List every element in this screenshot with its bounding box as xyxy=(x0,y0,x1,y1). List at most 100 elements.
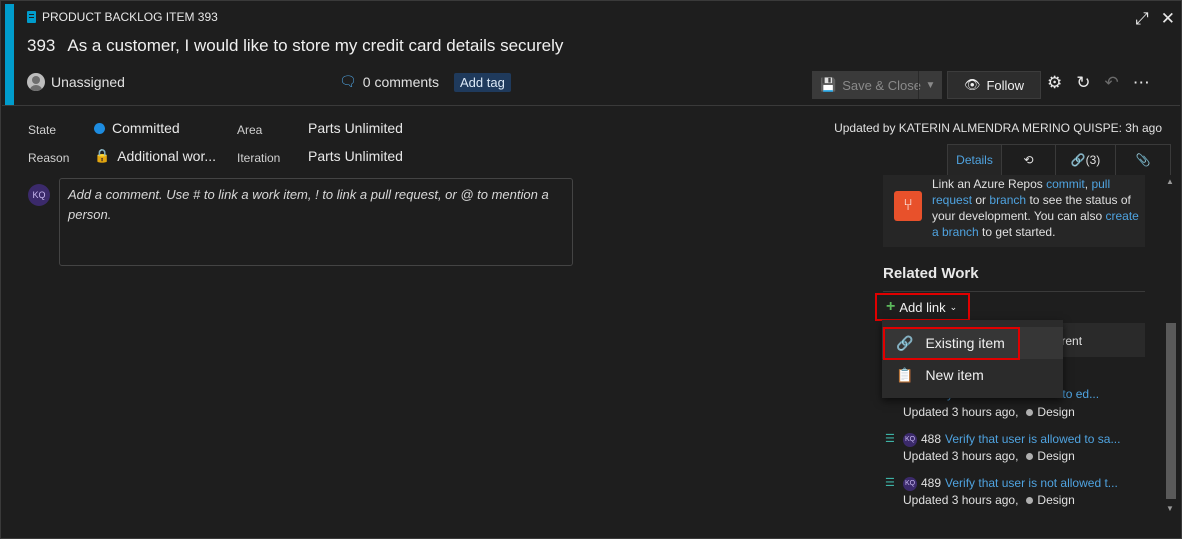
related-item-1-meta: Updated 3 hours ago, Design xyxy=(885,404,1125,421)
avatar: KQ xyxy=(28,184,50,206)
area-value: Parts Unlimited xyxy=(308,120,403,136)
iteration-label: Iteration xyxy=(237,151,281,165)
related-item-updated: Updated 3 hours ago, xyxy=(903,493,1019,507)
development-section: ⑂ Link an Azure Repos commit, pull reque… xyxy=(883,175,1145,247)
dev-text-3: to get started. xyxy=(982,225,1056,239)
related-work-heading: Related Work xyxy=(883,265,979,282)
area-label: Area xyxy=(237,123,263,137)
reason-field[interactable]: 🔒 Additional wor... xyxy=(94,148,216,164)
state-dot xyxy=(1026,497,1034,504)
tab-links[interactable]: 🔗 (3) xyxy=(1056,145,1116,175)
comment-input[interactable]: Add a comment. Use # to link a work item… xyxy=(59,178,573,266)
backlog-item-icon xyxy=(27,11,36,23)
link-icon: 🔗 xyxy=(1070,153,1086,167)
tab-history[interactable]: ⟲ xyxy=(1002,145,1056,175)
assigned-to-value: Unassigned xyxy=(51,74,125,90)
existing-item-highlight xyxy=(883,327,1020,360)
save-icon: 💾 xyxy=(820,77,837,92)
add-link-button[interactable]: + Add link ⌄ xyxy=(875,293,970,321)
scrollbar-thumb[interactable] xyxy=(1166,323,1176,499)
state-label: State xyxy=(28,123,57,137)
work-item-title-text[interactable]: As a customer, I would like to store my … xyxy=(67,36,563,55)
updated-by-text: Updated by KATERIN ALMENDRA MERINO QUISP… xyxy=(834,121,1162,135)
iteration-value: Parts Unlimited xyxy=(308,148,403,164)
comments-count: 0 comments xyxy=(362,73,440,90)
menu-item-new-item[interactable]: 📋 New item xyxy=(882,359,1063,391)
dev-text-or: or xyxy=(975,193,987,207)
work-item-type-color-bar xyxy=(5,4,14,105)
clipboard-icon: 📋 xyxy=(896,366,914,383)
meta-row: Unassigned 🗨 0 comments Add tag 💾 Save &… xyxy=(27,71,1173,99)
reason-label: Reason xyxy=(28,151,70,165)
branch-link[interactable]: branch xyxy=(989,193,1026,207)
test-case-icon: ☰ xyxy=(885,433,895,445)
scroll-down-icon[interactable]: ▼ xyxy=(1166,504,1174,513)
related-item-title-link[interactable]: Verify that user is allowed to sa... xyxy=(945,431,1120,448)
state-field[interactable]: Committed xyxy=(94,120,180,136)
avatar: KQ xyxy=(903,476,917,491)
header-divider xyxy=(2,105,1180,106)
related-item-updated: Updated 3 hours ago, xyxy=(903,449,1019,463)
save-close-button[interactable]: 💾 Save & Close ▼ xyxy=(812,71,942,99)
menu-item-new-label: New item xyxy=(925,367,984,383)
work-item-id: 393 xyxy=(27,36,56,55)
gear-icon[interactable]: ⚙ xyxy=(1047,73,1062,93)
follow-button[interactable]: 👁 Follow xyxy=(947,71,1041,99)
comment-icon: 🗨 xyxy=(339,73,357,89)
test-case-icon: ☰ xyxy=(885,477,895,489)
scroll-up-icon[interactable]: ▲ xyxy=(1166,177,1174,186)
iteration-field[interactable]: Parts Unlimited xyxy=(308,148,403,164)
list-item: ☰ KQ 489 Verify that user is not allowed… xyxy=(885,475,1125,509)
right-panel-scrollbar[interactable]: ▲ ▼ xyxy=(1164,175,1178,515)
avatar: KQ xyxy=(903,432,917,447)
toolbar-icons: ⚙ ↻ ↶ ⋯ xyxy=(1047,73,1150,93)
add-tag-button[interactable]: Add tag xyxy=(454,73,511,92)
committed-state-dot xyxy=(94,122,105,134)
refresh-icon[interactable]: ↻ xyxy=(1076,73,1090,93)
development-text: Link an Azure Repos commit, pull request… xyxy=(932,177,1139,239)
detail-tabs: Details ⟲ 🔗 (3) 📎 xyxy=(947,144,1171,175)
links-count: (3) xyxy=(1085,153,1101,167)
related-item-id: 489 xyxy=(921,476,942,490)
work-item-title[interactable]: 393 As a customer, I would like to store … xyxy=(27,36,563,56)
reason-value: Additional wor... xyxy=(117,148,217,164)
related-item-state: Design xyxy=(1037,405,1075,419)
work-item-type-row: PRODUCT BACKLOG ITEM 393 xyxy=(27,10,218,24)
related-item-id: 488 xyxy=(921,432,942,446)
state-dot xyxy=(1026,409,1034,416)
list-item: ☰ KQ 488 Verify that user is allowed to … xyxy=(885,431,1125,465)
lock-icon: 🔒 xyxy=(94,148,111,163)
paperclip-icon: 📎 xyxy=(1135,153,1151,167)
save-dropdown-chevron-icon[interactable]: ▼ xyxy=(918,71,942,99)
save-close-label: Save & Close xyxy=(842,77,921,93)
unassigned-avatar-icon xyxy=(27,73,45,91)
close-icon[interactable]: ✕ xyxy=(1161,9,1175,29)
tab-details[interactable]: Details xyxy=(948,145,1002,175)
assigned-to-field[interactable]: Unassigned xyxy=(27,73,125,91)
history-icon: ⟲ xyxy=(1023,153,1034,167)
expand-icon[interactable]: ⤢ xyxy=(1135,9,1149,29)
chevron-down-icon: ⌄ xyxy=(949,301,958,312)
related-work-divider xyxy=(883,291,1145,292)
dev-text-1: Link an Azure Repos xyxy=(932,177,1043,191)
undo-icon[interactable]: ↶ xyxy=(1105,73,1119,93)
eye-icon: 👁 xyxy=(963,77,981,92)
work-item-type-label: PRODUCT BACKLOG ITEM 393 xyxy=(42,10,218,24)
commit-link[interactable]: commit xyxy=(1046,177,1085,191)
related-item-updated: Updated 3 hours ago, xyxy=(903,405,1019,419)
state-dot xyxy=(1026,453,1034,460)
tab-attachments[interactable]: 📎 xyxy=(1116,145,1170,175)
window-controls: ⤢ ✕ xyxy=(1135,9,1175,29)
add-link-label: Add link xyxy=(899,299,946,315)
plus-icon: + xyxy=(886,298,896,315)
more-actions-icon[interactable]: ⋯ xyxy=(1133,73,1150,93)
follow-label: Follow xyxy=(986,77,1025,93)
area-field[interactable]: Parts Unlimited xyxy=(308,120,403,136)
comments-link[interactable]: 🗨 0 comments xyxy=(339,73,439,90)
related-item-state: Design xyxy=(1037,493,1075,507)
state-value: Committed xyxy=(112,120,180,136)
work-item-dialog: PRODUCT BACKLOG ITEM 393 ⤢ ✕ 393 As a cus… xyxy=(0,0,1182,539)
related-item-title-link[interactable]: Verify that user is not allowed t... xyxy=(945,475,1118,492)
related-item-state: Design xyxy=(1037,449,1075,463)
repo-branch-icon: ⑂ xyxy=(894,191,922,221)
